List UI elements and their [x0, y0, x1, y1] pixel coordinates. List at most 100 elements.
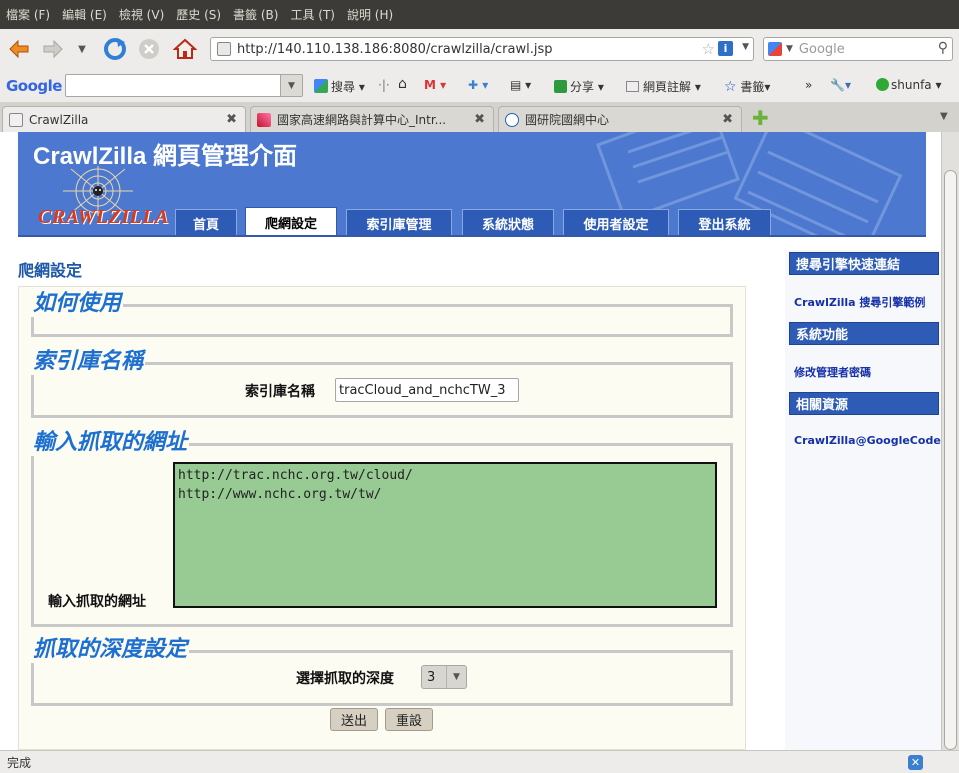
- site-identity-icon[interactable]: [217, 42, 231, 56]
- add-plus-icon[interactable]: ✚ ▾: [468, 78, 488, 92]
- share-icon: [554, 80, 567, 93]
- bookmark-star-icon[interactable]: ☆: [702, 40, 715, 58]
- tab-nchc-intro[interactable]: 國家高速網路與計算中心_Intr... ✖: [250, 106, 494, 132]
- logo-text: CRAWLZILLA: [38, 206, 169, 228]
- share-button[interactable]: 分享 ▾: [554, 78, 604, 95]
- gmail-icon[interactable]: M ▾: [424, 78, 446, 92]
- online-status-icon: [876, 78, 889, 91]
- crawl-settings-form: 如何使用 索引庫名稱 索引庫名稱 tracCloud_and_nchcTW_3 …: [18, 286, 746, 750]
- quicklinks-heading: 搜尋引擎快速連結: [789, 252, 939, 275]
- url-dropdown-icon[interactable]: ▼: [742, 42, 749, 52]
- addon-status-icon[interactable]: ✕: [908, 755, 923, 770]
- vertical-scrollbar[interactable]: [941, 132, 959, 750]
- nav-home[interactable]: 首頁: [175, 209, 237, 235]
- reload-icon[interactable]: [102, 36, 128, 62]
- forward-arrow-icon[interactable]: [40, 36, 66, 62]
- info-icon[interactable]: i: [718, 41, 733, 56]
- menu-bookmarks[interactable]: 書籤 (B): [233, 6, 278, 23]
- more-chevron-icon[interactable]: »: [805, 78, 812, 92]
- close-tab-icon[interactable]: ✖: [226, 112, 237, 127]
- calendar-icon[interactable]: ▤ ▾: [510, 78, 531, 92]
- nav-system-status[interactable]: 系統狀態: [462, 209, 554, 235]
- navigation-toolbar: ▼ http://140.110.138.186:8080/crawlzilla…: [0, 29, 959, 69]
- nav-user-settings[interactable]: 使用者設定: [563, 209, 669, 235]
- index-name-legend: 索引庫名稱: [31, 349, 146, 375]
- submit-button[interactable]: 送出: [330, 708, 378, 731]
- back-arrow-icon[interactable]: [6, 36, 32, 62]
- url-textarea[interactable]: http://trac.nchc.org.tw/cloud/ http://ww…: [173, 462, 717, 608]
- nav-index-management[interactable]: 索引庫管理: [346, 209, 452, 235]
- notes-button[interactable]: 網頁註解 ▾: [626, 78, 701, 95]
- star-icon: ☆: [724, 79, 737, 95]
- home-icon[interactable]: [172, 36, 198, 62]
- menu-help[interactable]: 說明 (H): [347, 6, 393, 23]
- feather-favicon-icon: [257, 112, 271, 127]
- section-title: 爬網設定: [18, 261, 83, 280]
- close-tab-icon[interactable]: ✖: [722, 112, 733, 127]
- depth-selected-value: 3: [427, 669, 436, 685]
- tab-list-dropdown-icon[interactable]: ▼: [940, 111, 948, 122]
- toolbar-separator-icon: ·|·: [378, 78, 390, 92]
- search-icon[interactable]: ⚲: [938, 40, 948, 56]
- change-password-link[interactable]: 修改管理者密碼: [794, 364, 871, 380]
- index-name-input[interactable]: tracCloud_and_nchcTW_3: [335, 378, 519, 402]
- google-toolbar-search-input[interactable]: ▼: [65, 74, 303, 97]
- functions-heading: 系統功能: [789, 322, 939, 345]
- google-search-dropdown-icon[interactable]: ▼: [280, 75, 302, 96]
- status-bar: 完成 ✕: [0, 750, 959, 773]
- crawlzilla-page: CrawlZilla 網頁管理介面 CRAWLZILLA 首頁 爬網設定 索引庫…: [18, 132, 941, 750]
- nchc-favicon-icon: [505, 112, 519, 127]
- tab-label: 國研院國網中心: [525, 113, 610, 127]
- menu-tools[interactable]: 工具 (T): [290, 6, 335, 23]
- tab-nchc[interactable]: 國研院國網中心 ✖: [498, 106, 742, 132]
- depth-label: 選擇抓取的深度: [296, 671, 394, 687]
- menu-view[interactable]: 檢視 (V): [119, 6, 164, 23]
- crawlzilla-logo: CRAWLZILLA: [38, 166, 168, 232]
- index-name-label: 索引庫名稱: [245, 384, 315, 400]
- chevron-down-icon: ▼: [446, 666, 466, 688]
- nav-crawl-settings[interactable]: 爬網設定: [245, 207, 337, 235]
- bookmarks-button[interactable]: ☆ 書籤▾: [724, 78, 770, 95]
- nav-logout[interactable]: 登出系統: [678, 209, 771, 235]
- googlecode-link[interactable]: CrawlZilla@GoogleCode: [794, 434, 941, 447]
- notes-icon: [626, 81, 639, 92]
- search-engine-dropdown-icon[interactable]: ▼: [786, 44, 793, 54]
- tab-label: 國家高速網路與計算中心_Intr...: [277, 113, 447, 127]
- depth-select[interactable]: 3 ▼: [421, 665, 467, 689]
- user-account-button[interactable]: shunfa ▾: [876, 78, 942, 92]
- tab-crawlzilla[interactable]: CrawlZilla ✖: [2, 106, 246, 132]
- close-tab-icon[interactable]: ✖: [474, 112, 485, 127]
- history-dropdown-icon[interactable]: ▼: [74, 36, 90, 62]
- menu-file[interactable]: 檔案 (F): [6, 6, 50, 23]
- stop-icon[interactable]: [136, 36, 162, 62]
- tab-bar: CrawlZilla ✖ 國家高速網路與計算中心_Intr... ✖ 國研院國網…: [0, 103, 959, 132]
- url-text[interactable]: http://140.110.138.186:8080/crawlzilla/c…: [237, 42, 553, 57]
- search-input[interactable]: Google: [799, 42, 845, 57]
- google-logo[interactable]: Google: [6, 77, 62, 95]
- resources-heading: 相關資源: [789, 392, 939, 415]
- menu-history[interactable]: 歷史 (S): [176, 6, 221, 23]
- new-tab-plus-icon[interactable]: ✚: [752, 106, 769, 130]
- scrollbar-thumb[interactable]: [944, 170, 957, 750]
- wrench-icon[interactable]: 🔧▾: [830, 78, 851, 92]
- url-legend: 輸入抓取的網址: [31, 430, 190, 456]
- search-engine-icon[interactable]: [768, 42, 782, 56]
- depth-legend: 抓取的深度設定: [31, 637, 190, 663]
- search-example-link[interactable]: CrawlZilla 搜尋引擎範例: [794, 294, 925, 310]
- bank-icon[interactable]: ⌂: [398, 76, 407, 92]
- howto-fieldset: [31, 304, 733, 337]
- header-banner: CrawlZilla 網頁管理介面 CRAWLZILLA 首頁 爬網設定 索引庫…: [18, 132, 926, 237]
- google-search-button[interactable]: 搜尋 ▾: [314, 78, 365, 95]
- url-bar[interactable]: http://140.110.138.186:8080/crawlzilla/c…: [210, 37, 754, 61]
- page-viewport: CrawlZilla 網頁管理介面 CRAWLZILLA 首頁 爬網設定 索引庫…: [0, 132, 941, 750]
- menu-edit[interactable]: 編輯 (E): [62, 6, 107, 23]
- page-favicon-icon: [9, 112, 23, 127]
- google-g-icon: [314, 79, 328, 93]
- url-label: 輸入抓取的網址: [48, 594, 146, 610]
- howto-legend: 如何使用: [31, 291, 124, 317]
- reset-button[interactable]: 重設: [385, 708, 433, 731]
- tab-label: CrawlZilla: [29, 112, 89, 127]
- search-bar[interactable]: ▼ Google ⚲: [763, 37, 953, 61]
- status-text: 完成: [7, 755, 32, 770]
- google-toolbar: Google ▼ 搜尋 ▾ ·|· ⌂ M ▾ ✚ ▾ ▤ ▾ 分享 ▾ 網頁註…: [0, 69, 959, 103]
